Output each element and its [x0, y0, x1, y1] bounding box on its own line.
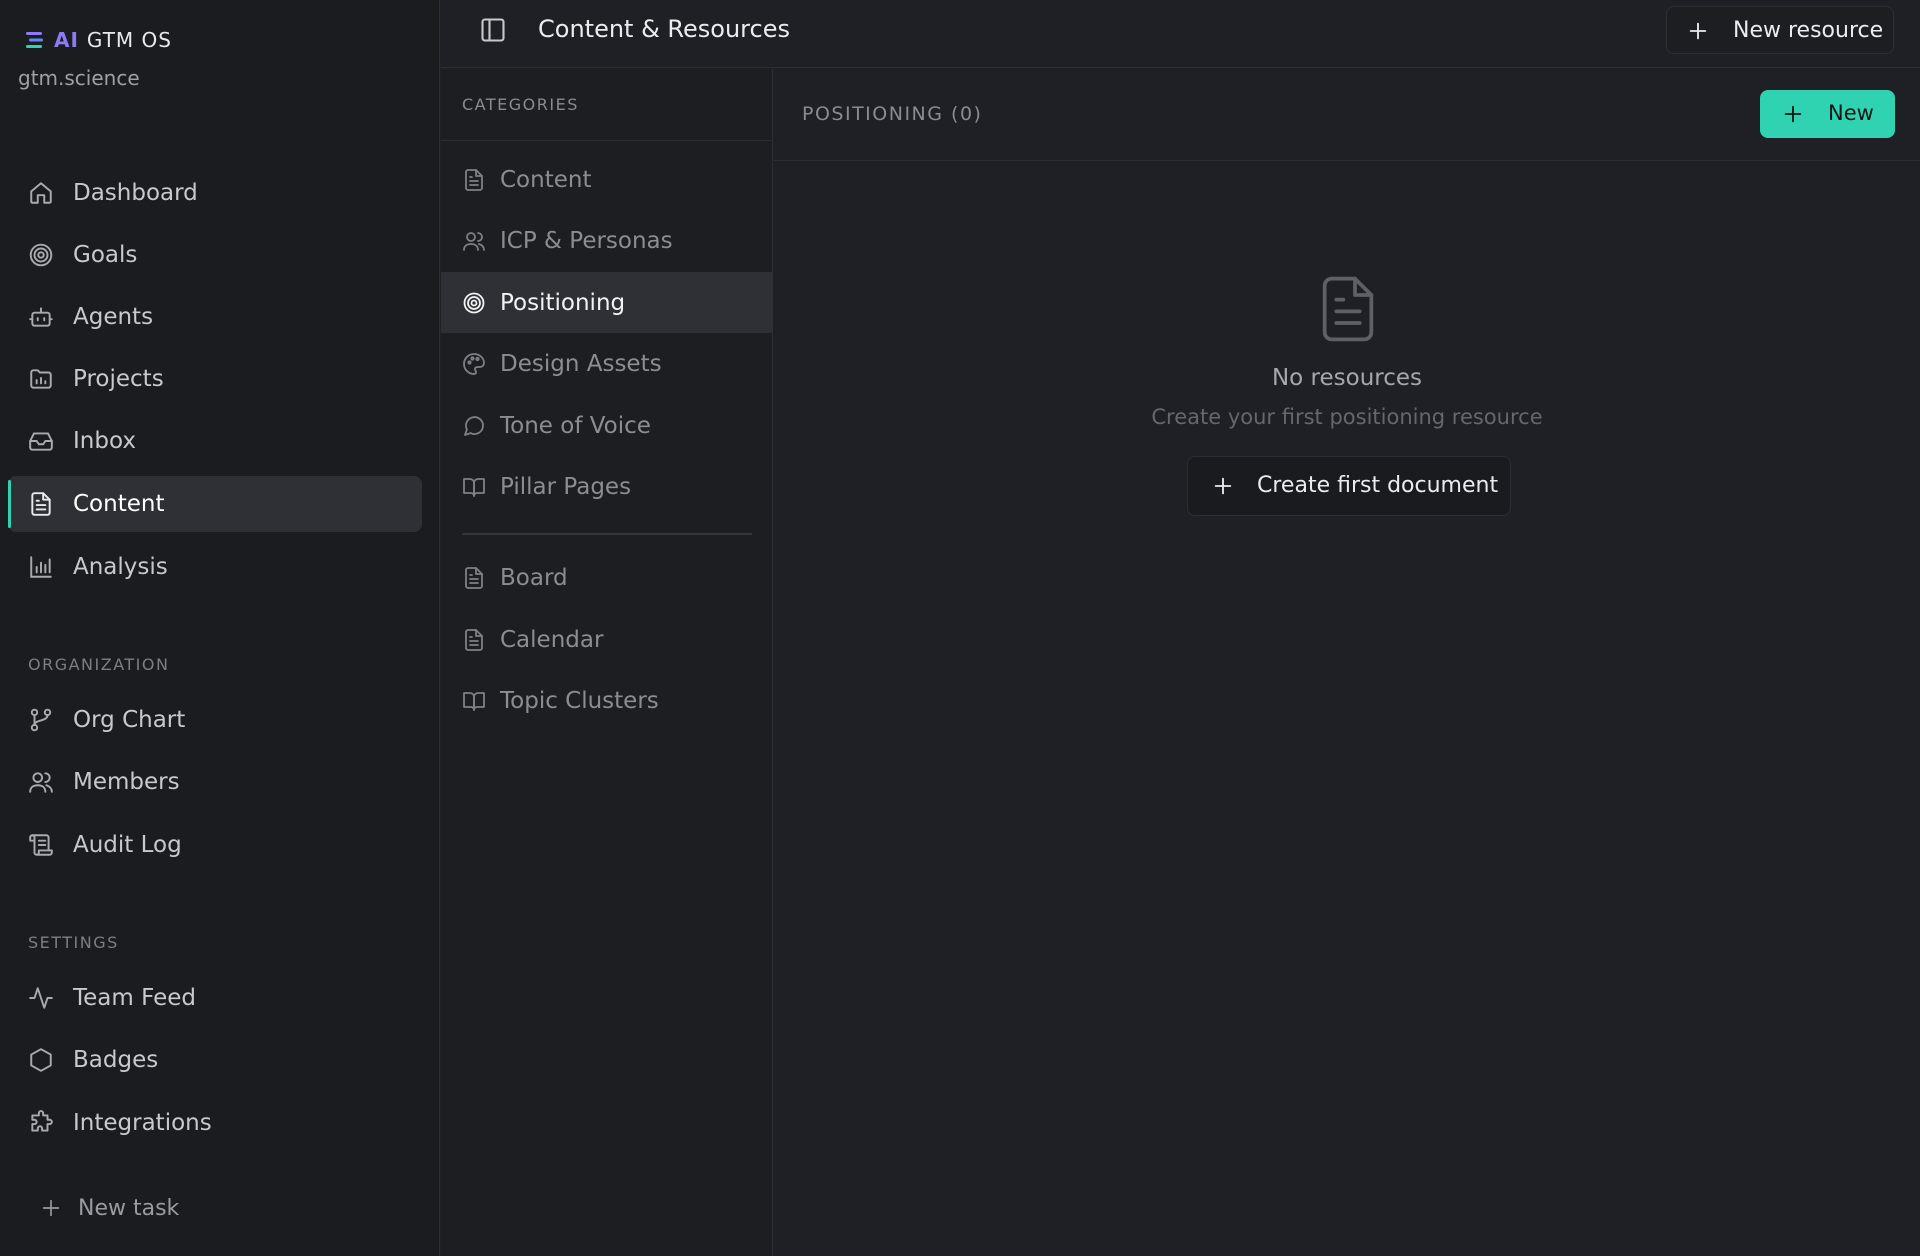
puzzle-icon — [31, 1110, 53, 1132]
section-label-settings: SETTINGS — [28, 933, 119, 952]
category-label: Pillar Pages — [500, 473, 632, 500]
brand-ai-text: AI — [54, 28, 79, 52]
brand-name: GTM OS — [86, 28, 172, 52]
category-item-topic-clusters[interactable]: Topic Clusters — [441, 670, 772, 731]
category-item-positioning[interactable]: Positioning — [441, 272, 772, 333]
create-first-document-label: Create first document — [1257, 473, 1499, 498]
target-icon — [463, 292, 485, 314]
nav-label: Goals — [73, 242, 138, 268]
category-label: ICP & Personas — [500, 227, 673, 254]
empty-state-subtitle: Create your first positioning resource — [1151, 405, 1543, 429]
nav-label: Org Chart — [73, 707, 186, 733]
top-bar: Content & Resources New resource — [441, 0, 1920, 68]
new-resource-button[interactable]: New resource — [1666, 6, 1894, 54]
nav-label: Integrations — [73, 1110, 212, 1136]
categories-panel: CATEGORIES Content ICP & Personas Positi… — [441, 69, 773, 1256]
categories-heading: CATEGORIES — [441, 69, 772, 141]
users-icon — [29, 772, 53, 793]
nav-item-goals[interactable]: Goals — [8, 227, 422, 283]
target-icon — [29, 243, 53, 267]
plus-icon — [1689, 22, 1707, 40]
nav-label: Inbox — [73, 428, 136, 454]
create-first-document-button[interactable]: Create first document — [1187, 456, 1511, 516]
category-divider — [462, 533, 752, 535]
new-task-label: New task — [78, 1195, 180, 1221]
nav-item-dashboard[interactable]: Dashboard — [8, 165, 422, 221]
nav-item-integrations[interactable]: Integrations — [8, 1095, 422, 1151]
category-label: Content — [500, 166, 592, 193]
nav-label: Dashboard — [73, 180, 198, 206]
nav-label: Badges — [73, 1047, 159, 1073]
nav-item-agents[interactable]: Agents — [8, 289, 422, 345]
category-label: Board — [500, 564, 568, 591]
file-text-icon — [465, 567, 483, 589]
new-button[interactable]: New — [1760, 90, 1895, 138]
new-resource-label: New resource — [1733, 17, 1884, 43]
nav-label: Content — [73, 491, 165, 517]
section-title: POSITIONING (0) — [802, 103, 983, 125]
nav-item-audit-log[interactable]: Audit Log — [8, 817, 422, 873]
main-panel: POSITIONING (0) New No resources Create … — [774, 69, 1920, 1256]
plus-icon — [42, 1199, 60, 1217]
logo-icon — [26, 32, 43, 48]
file-text-icon — [31, 492, 51, 516]
plus-icon — [1214, 477, 1232, 495]
book-open-icon — [463, 478, 485, 497]
book-open-icon — [463, 692, 485, 711]
category-label: Design Assets — [500, 350, 662, 377]
category-label: Tone of Voice — [500, 412, 651, 439]
nav-item-analysis[interactable]: Analysis — [8, 539, 422, 595]
category-label: Positioning — [500, 289, 626, 316]
nav-item-team-feed[interactable]: Team Feed — [8, 970, 422, 1026]
category-label: Topic Clusters — [500, 687, 659, 714]
bot-icon — [29, 307, 53, 327]
file-text-icon — [465, 629, 483, 651]
main-header: POSITIONING (0) New — [774, 69, 1920, 161]
activity-icon — [29, 987, 53, 1009]
category-item-board[interactable]: Board — [441, 547, 772, 608]
nav-item-inbox[interactable]: Inbox — [8, 413, 422, 469]
new-button-label: New — [1828, 101, 1874, 125]
hexagon-icon — [30, 1048, 52, 1072]
org-name[interactable]: gtm.science — [18, 66, 140, 90]
section-label-organization: ORGANIZATION — [28, 655, 170, 674]
nav-label: Agents — [73, 304, 154, 330]
empty-state-title: No resources — [1271, 365, 1423, 391]
new-task-button[interactable]: New task — [40, 1190, 179, 1226]
category-item-design-assets[interactable]: Design Assets — [441, 333, 772, 394]
git-branch-icon — [30, 708, 52, 732]
nav-label: Team Feed — [73, 985, 196, 1011]
brand-logo[interactable]: AI GTM OS — [24, 28, 172, 52]
page-title: Content & Resources — [538, 15, 790, 43]
nav-item-projects[interactable]: Projects — [8, 351, 422, 407]
nav-label: Audit Log — [73, 832, 182, 858]
scroll-icon — [29, 834, 53, 856]
nav-item-content[interactable]: Content — [8, 476, 422, 532]
empty-document-icon — [1322, 276, 1374, 342]
nav-label: Analysis — [73, 554, 168, 580]
nav-item-badges[interactable]: Badges — [8, 1032, 422, 1088]
category-item-content[interactable]: Content — [441, 149, 772, 210]
users-icon — [463, 232, 485, 251]
message-circle-icon — [464, 416, 484, 436]
sidebar-toggle-icon[interactable] — [479, 16, 507, 44]
plus-icon — [1784, 105, 1802, 123]
category-label: Calendar — [500, 626, 604, 653]
category-item-tone-of-voice[interactable]: Tone of Voice — [441, 395, 772, 456]
sidebar: AI GTM OS gtm.science Dashboard Goals Ag… — [0, 0, 440, 1256]
inbox-icon — [29, 432, 53, 451]
bar-chart-icon — [30, 556, 52, 578]
file-text-icon — [465, 169, 483, 191]
category-item-pillar-pages[interactable]: Pillar Pages — [441, 456, 772, 517]
nav-label: Members — [73, 769, 180, 795]
home-icon — [30, 182, 52, 204]
nav-item-org-chart[interactable]: Org Chart — [8, 692, 422, 748]
nav-item-members[interactable]: Members — [8, 754, 422, 810]
folder-chart-icon — [30, 369, 52, 389]
palette-icon — [463, 353, 485, 375]
category-item-calendar[interactable]: Calendar — [441, 609, 772, 670]
nav-label: Projects — [73, 366, 164, 392]
category-item-icp-personas[interactable]: ICP & Personas — [441, 210, 772, 271]
